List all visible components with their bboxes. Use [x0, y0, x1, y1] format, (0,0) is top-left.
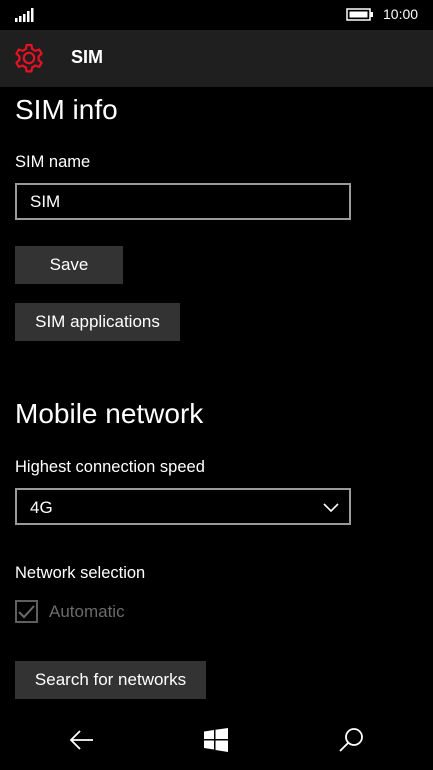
connection-speed-label: Highest connection speed [15, 458, 205, 476]
chevron-down-icon [323, 503, 339, 513]
connection-speed-value: 4G [30, 498, 53, 517]
network-selection-label: Network selection [15, 564, 146, 582]
navigation-bar [0, 712, 433, 770]
signal-strength-icon [15, 8, 34, 22]
windows-logo-icon [204, 728, 228, 752]
mobile-network-heading: Mobile network [15, 398, 204, 429]
start-button[interactable] [186, 712, 246, 770]
back-arrow-icon [69, 730, 93, 750]
gear-icon [15, 43, 43, 73]
automatic-checkbox-label: Automatic [49, 602, 125, 621]
page-title: SIM [71, 47, 104, 67]
search-button[interactable] [321, 712, 381, 770]
checkmark-icon [18, 605, 35, 619]
battery-icon [346, 8, 373, 21]
status-time: 10:00 [383, 6, 419, 22]
automatic-checkbox[interactable] [15, 600, 38, 623]
sim-applications-button[interactable]: SIM applications [15, 303, 180, 341]
connection-speed-select[interactable]: 4G [15, 488, 351, 525]
save-button[interactable]: Save [15, 246, 123, 284]
sim-name-label: SIM name [15, 153, 91, 171]
back-button[interactable] [52, 712, 112, 770]
sim-name-input[interactable] [15, 183, 351, 220]
search-networks-button[interactable]: Search for networks [15, 661, 206, 699]
search-icon [339, 728, 363, 752]
title-bar: SIM [0, 30, 433, 87]
status-bar: 10:00 [0, 0, 433, 30]
sim-info-heading: SIM info [15, 94, 118, 125]
